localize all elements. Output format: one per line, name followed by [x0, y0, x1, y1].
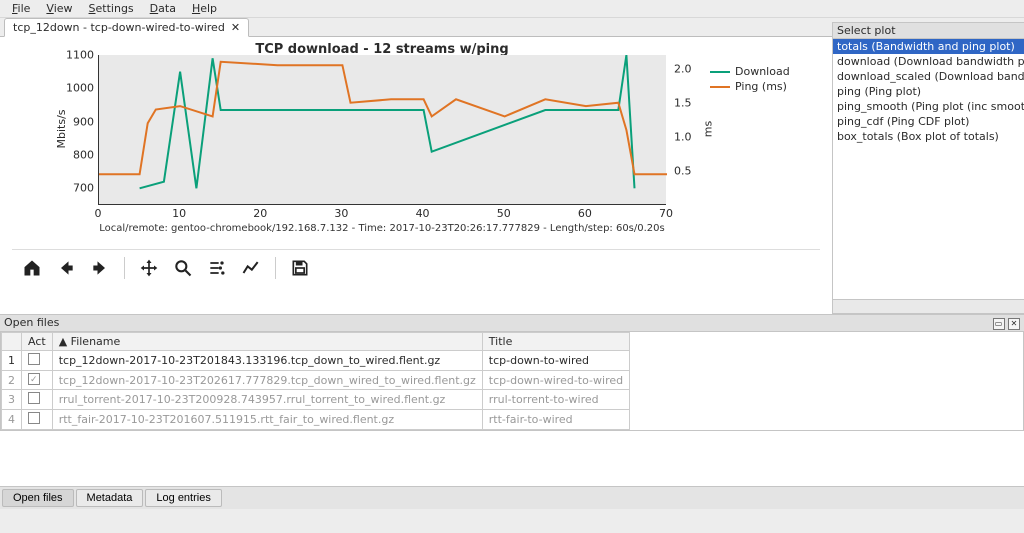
tab-log-entries[interactable]: Log entries: [145, 489, 221, 507]
edit-plot-icon[interactable]: [241, 258, 261, 278]
row-filename: rtt_fair-2017-10-23T201607.511915.rtt_fa…: [52, 410, 482, 430]
row-checkbox[interactable]: [22, 351, 53, 371]
close-icon[interactable]: ✕: [231, 21, 240, 34]
bottom-tabs: Open files Metadata Log entries: [0, 486, 1024, 509]
side-scrollbar[interactable]: ◄ ►: [832, 300, 1024, 314]
chart-caption: Local/remote: gentoo-chromebook/192.168.…: [98, 223, 666, 234]
open-files-panel: Open files ▭ ✕ Act ▲ Filename Title 1 tcp…: [0, 314, 1024, 509]
menu-data[interactable]: Data: [142, 2, 184, 15]
legend: Download Ping (ms): [710, 65, 790, 95]
plot-list-item[interactable]: ping_cdf (Ping CDF plot): [833, 114, 1024, 129]
plot-list[interactable]: totals (Bandwidth and ping plot)download…: [832, 39, 1024, 300]
pan-icon[interactable]: [139, 258, 159, 278]
plot-list-item[interactable]: download (Download bandwidth plot): [833, 54, 1024, 69]
menu-view[interactable]: View: [38, 2, 80, 15]
undock-icon[interactable]: ▭: [993, 318, 1005, 330]
legend-label: Ping (ms): [735, 80, 787, 93]
plot-frame: TCP download - 12 streams w/ping Bandwid…: [0, 37, 832, 314]
plot-list-item[interactable]: ping_smooth (Ping plot (inc smoothed ave…: [833, 99, 1024, 114]
row-index: 2: [2, 371, 22, 390]
row-checkbox[interactable]: [22, 371, 53, 390]
plot-area[interactable]: [98, 55, 666, 205]
table-row[interactable]: 3 rrul_torrent-2017-10-23T200928.743957.r…: [2, 390, 630, 410]
plot-list-item[interactable]: box_totals (Box plot of totals): [833, 129, 1024, 144]
col-act[interactable]: Act: [22, 333, 53, 351]
row-index: 1: [2, 351, 22, 371]
row-title: tcp-down-wired-to-wired: [482, 371, 629, 390]
row-title: tcp-down-to-wired: [482, 351, 629, 371]
forward-icon[interactable]: [90, 258, 110, 278]
col-title[interactable]: Title: [482, 333, 629, 351]
menu-settings[interactable]: Settings: [81, 2, 142, 15]
home-icon[interactable]: [22, 258, 42, 278]
menu-help[interactable]: Help: [184, 2, 225, 15]
table-row[interactable]: 1 tcp_12down-2017-10-23T201843.133196.tcp…: [2, 351, 630, 371]
open-files-title: Open files: [4, 316, 59, 330]
toolbar-divider: [275, 257, 276, 279]
col-filename[interactable]: ▲ Filename: [52, 333, 482, 351]
side-panel: Select plot ▭ ✕ totals (Bandwidth and pi…: [832, 18, 1024, 314]
row-title: rrul-torrent-to-wired: [482, 390, 629, 410]
configure-icon[interactable]: [207, 258, 227, 278]
tab-open-files[interactable]: Open files: [2, 489, 74, 507]
legend-label: Download: [735, 65, 790, 78]
table-row[interactable]: 2 tcp_12down-2017-10-23T202617.777829.tcp…: [2, 371, 630, 390]
y-right-label: ms: [702, 121, 715, 137]
legend-color-swatch: [710, 86, 730, 88]
side-panel-title: Select plot: [837, 24, 896, 37]
open-files-table: Act ▲ Filename Title 1 tcp_12down-2017-10…: [0, 332, 1024, 431]
table-row[interactable]: 4 rtt_fair-2017-10-23T201607.511915.rtt_f…: [2, 410, 630, 430]
chart[interactable]: TCP download - 12 streams w/ping Bandwid…: [12, 43, 796, 249]
legend-item: Download: [710, 65, 790, 78]
legend-item: Ping (ms): [710, 80, 790, 93]
plot-tabs: tcp_12down - tcp-down-wired-to-wired ✕: [0, 18, 832, 37]
tab-label: tcp_12down - tcp-down-wired-to-wired: [13, 21, 225, 34]
side-panel-header: Select plot ▭ ✕: [832, 22, 1024, 39]
legend-color-swatch: [710, 71, 730, 73]
zoom-icon[interactable]: [173, 258, 193, 278]
y-left-label: Mbits/s: [55, 109, 68, 148]
plot-toolbar: [12, 249, 820, 285]
row-filename: tcp_12down-2017-10-23T202617.777829.tcp_…: [52, 371, 482, 390]
plot-list-item[interactable]: totals (Bandwidth and ping plot): [833, 39, 1024, 54]
row-title: rtt-fair-to-wired: [482, 410, 629, 430]
row-checkbox[interactable]: [22, 390, 53, 410]
save-icon[interactable]: [290, 258, 310, 278]
close-panel-icon[interactable]: ✕: [1008, 318, 1020, 330]
row-filename: rrul_torrent-2017-10-23T200928.743957.rr…: [52, 390, 482, 410]
tab-plot[interactable]: tcp_12down - tcp-down-wired-to-wired ✕: [4, 18, 249, 37]
row-filename: tcp_12down-2017-10-23T201843.133196.tcp_…: [52, 351, 482, 371]
y-right-ticks: 0.51.01.52.0: [670, 55, 700, 205]
tab-metadata[interactable]: Metadata: [76, 489, 144, 507]
plot-list-item[interactable]: ping (Ping plot): [833, 84, 1024, 99]
menu-file[interactable]: File: [4, 2, 38, 15]
menubar[interactable]: File View Settings Data Help: [0, 0, 1024, 18]
plot-list-item[interactable]: download_scaled (Download bandwidth w/ax…: [833, 69, 1024, 84]
open-files-header: Open files ▭ ✕: [0, 314, 1024, 332]
row-index: 3: [2, 390, 22, 410]
back-icon[interactable]: [56, 258, 76, 278]
toolbar-divider: [124, 257, 125, 279]
row-index: 4: [2, 410, 22, 430]
row-checkbox[interactable]: [22, 410, 53, 430]
col-index[interactable]: [2, 333, 22, 351]
